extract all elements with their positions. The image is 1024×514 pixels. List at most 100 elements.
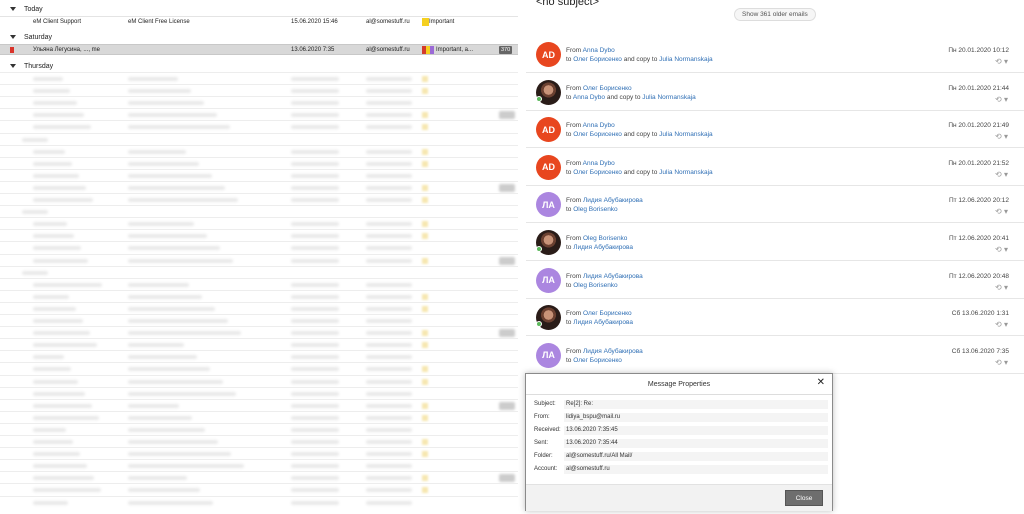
group-label: Saturday — [24, 33, 53, 41]
recipient-line: to Лидия Абубакирова — [566, 244, 633, 251]
sender-name[interactable]: Anna Dybo — [583, 47, 615, 54]
message-date: Пн 20.01.2020 21:52 — [948, 159, 1009, 167]
flag-icon[interactable] — [10, 47, 14, 53]
sender-name[interactable]: Лидия Абубакирова — [583, 348, 643, 355]
sender-line: From Лидия Абубакирова — [566, 348, 643, 355]
sender-name[interactable]: Олег Борисенко — [583, 85, 632, 92]
reply-arrow-icon[interactable]: ⟲ ▾ — [995, 358, 1008, 367]
recipient-name[interactable]: Олег Борисенко — [573, 56, 622, 63]
sender-line: From Лидия Абубакирова — [566, 197, 643, 204]
group-header-thursday[interactable]: Thursday — [0, 60, 518, 72]
blurred-row — [0, 277, 518, 290]
property-value[interactable]: al@somestuff.ru/All Mail/ — [564, 452, 828, 461]
blurred-row — [0, 386, 518, 399]
avatar: ЛА — [536, 192, 561, 218]
blurred-row — [0, 483, 518, 495]
conversation-message[interactable]: From Олег Борисенко to Лидия Абубакирова С… — [526, 299, 1024, 337]
reply-arrow-icon[interactable]: ⟲ ▾ — [995, 245, 1008, 254]
recipient-name[interactable]: Олег Борисенко — [573, 357, 622, 364]
sender-line: From Anna Dybo — [566, 122, 615, 129]
to-label: to — [566, 281, 572, 289]
sender-line: From Лидия Абубакирова — [566, 273, 643, 280]
blurred-row — [0, 471, 518, 483]
sender-name[interactable]: Лидия Абубакирова — [583, 273, 643, 280]
group-header-today[interactable]: Today — [0, 3, 518, 15]
property-value[interactable]: 13.06.2020 7:35:44 — [564, 439, 828, 448]
reply-arrow-icon[interactable]: ⟲ ▾ — [995, 170, 1008, 179]
sender-name[interactable]: Лидия Абубакирова — [583, 197, 643, 204]
cc-name[interactable]: Julia Normanskaja — [642, 94, 695, 101]
sender-name[interactable]: Anna Dybo — [583, 122, 615, 129]
row-category: Important — [429, 19, 455, 25]
recipient-name[interactable]: Лидия Абубакирова — [573, 319, 633, 326]
recipient-name[interactable]: Oleg Borisenko — [573, 282, 617, 289]
blurred-row — [0, 435, 518, 447]
conversation-message[interactable]: From Олег Борисенко to Anna Dybo and copy… — [526, 74, 1024, 111]
recipient-name[interactable]: Олег Борисенко — [573, 169, 622, 176]
conversation-message[interactable]: From Oleg Borisenko to Лидия Абубакирова П… — [526, 224, 1024, 261]
property-value[interactable]: 13.06.2020 7:35:45 — [564, 426, 828, 435]
sender-line: From Oleg Borisenko — [566, 235, 627, 242]
message-row-selected[interactable]: Ульяна Легусина, ..., me 13.06.2020 7:35… — [0, 44, 518, 55]
from-label: From — [566, 84, 582, 92]
reply-arrow-icon[interactable]: ⟲ ▾ — [995, 132, 1008, 141]
row-from: Ульяна Легусина, ..., me — [33, 47, 101, 53]
recipient-line: to Олег Борисенко and copy to Julia Norm… — [566, 131, 713, 138]
blurred-row — [0, 205, 518, 217]
show-older-emails-button[interactable]: Show 361 older emails — [734, 8, 816, 21]
thread-count-badge: 370 — [499, 46, 513, 54]
recipient-name[interactable]: Anna Dybo — [573, 94, 605, 101]
property-value[interactable]: Re[2]: Re: — [564, 400, 828, 409]
from-label: From — [566, 272, 582, 280]
recipient-name[interactable]: Олег Борисенко — [573, 131, 622, 138]
close-icon[interactable]: ✕ — [817, 377, 825, 388]
reply-arrow-icon[interactable]: ⟲ ▾ — [995, 57, 1008, 66]
blurred-row — [0, 96, 518, 108]
message-row[interactable]: eM Client Support eM Client Free License… — [0, 16, 518, 27]
blurred-row — [0, 410, 518, 423]
reply-arrow-icon[interactable]: ⟲ ▾ — [995, 320, 1008, 329]
message-date: Пн 20.01.2020 21:44 — [948, 84, 1009, 92]
reply-arrow-icon[interactable]: ⟲ ▾ — [995, 283, 1008, 292]
conversation-message[interactable]: ЛА From Лидия Абубакирова to Олег Борисенк… — [526, 337, 1024, 374]
recipient-name[interactable]: Лидия Абубакирова — [573, 244, 633, 251]
row-date: 15.06.2020 15:46 — [291, 19, 338, 25]
blurred-row — [0, 168, 518, 181]
blurred-row — [0, 350, 518, 362]
row-subject: eM Client Free License — [128, 19, 190, 25]
cc-name[interactable]: Julia Normanskaja — [659, 169, 712, 176]
reply-arrow-icon[interactable]: ⟲ ▾ — [995, 207, 1008, 216]
group-label: Today — [24, 5, 43, 13]
property-value[interactable]: lidiya_bspu@mail.ru — [564, 413, 828, 422]
sender-line: From Олег Борисенко — [566, 310, 632, 317]
sender-line: From Anna Dybo — [566, 47, 615, 54]
recipient-line: to Oleg Borisenko — [566, 206, 618, 213]
recipient-name[interactable]: Oleg Borisenko — [573, 206, 617, 213]
blurred-row — [0, 362, 518, 374]
conversation-message[interactable]: AD From Anna Dybo to Олег Борисенко and co… — [526, 111, 1024, 149]
conversation-message[interactable]: ЛА From Лидия Абубакирова to Oleg Borisenk… — [526, 186, 1024, 224]
conversation-message[interactable]: ЛА From Лидия Абубакирова to Oleg Borisenk… — [526, 262, 1024, 299]
recipient-line: to Олег Борисенко and copy to Julia Norm… — [566, 169, 713, 176]
conversation-message[interactable]: AD From Anna Dybo to Олег Борисенко and co… — [526, 36, 1024, 73]
group-header-saturday[interactable]: Saturday — [0, 31, 518, 43]
cc-name[interactable]: Julia Normanskaja — [659, 56, 712, 63]
blurred-row — [0, 338, 518, 350]
property-value[interactable]: al@somestuff.ru — [564, 465, 828, 474]
to-label: to — [566, 356, 572, 364]
row-category: Important, a... — [436, 47, 474, 53]
close-button[interactable]: Close — [785, 490, 823, 506]
copy-to-label: and copy to — [623, 56, 658, 63]
sender-name[interactable]: Олег Борисенко — [583, 310, 632, 317]
cc-name[interactable]: Julia Normanskaja — [659, 131, 712, 138]
from-label: From — [566, 310, 582, 318]
sender-name[interactable]: Anna Dybo — [583, 160, 615, 167]
property-label: Account: — [534, 466, 558, 472]
sender-name[interactable]: Oleg Borisenko — [583, 235, 627, 242]
copy-to-label: and copy to — [623, 168, 658, 176]
conversation-message[interactable]: AD From Anna Dybo to Олег Борисенко and co… — [526, 149, 1024, 186]
blurred-row — [0, 326, 518, 338]
row-from: eM Client Support — [33, 19, 82, 25]
group-label: Thursday — [24, 62, 54, 70]
reply-arrow-icon[interactable]: ⟲ ▾ — [995, 95, 1008, 104]
